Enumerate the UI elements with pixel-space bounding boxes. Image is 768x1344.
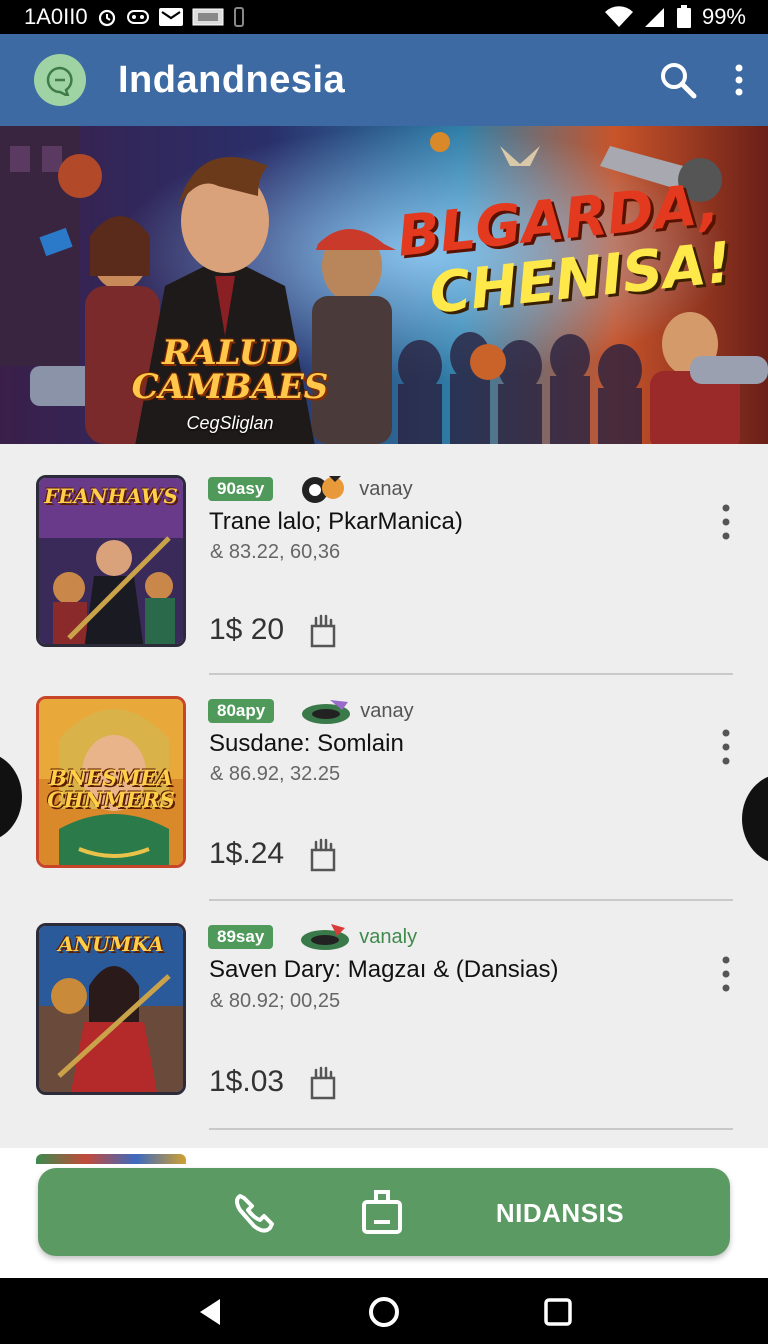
home-icon[interactable] [366, 1294, 402, 1330]
next-item-peek [36, 1154, 186, 1164]
sim-card-icon [192, 8, 224, 26]
item-stats: & 80.92; 00,25 [210, 990, 341, 1012]
item-stats: & 86.92, 32.25 [210, 763, 341, 785]
brand-name: vanay [359, 477, 413, 500]
item-thumbnail-title: FEANHAWS [44, 484, 178, 508]
item-more-icon[interactable] [712, 727, 740, 767]
brand-logo-icon [301, 924, 350, 950]
item-title[interactable]: Susdane: Somlain [209, 730, 404, 758]
game-list: FEANHAWS 90asy vanay Trane lalo; PkarMan… [0, 444, 768, 1148]
phone-icon[interactable] [232, 1192, 280, 1236]
battery-percent: 99% [701, 4, 746, 29]
divider [209, 1128, 733, 1130]
item-title[interactable]: Saven Dary: Magzaı & (Dansias) [209, 956, 558, 984]
brand-name: vanaly [359, 925, 418, 948]
item-badge: 80apy [208, 699, 275, 723]
item-badge-row: 90asy vanay [208, 474, 413, 504]
item-badge: 90asy [208, 477, 274, 501]
item-price: 1$ 20 [209, 613, 285, 646]
item-title[interactable]: Trane lalo; PkarManica) [209, 508, 463, 536]
item-stats: & 83.22, 60,36 [210, 541, 341, 563]
more-vert-icon[interactable] [734, 63, 744, 97]
bottom-action-area: NIDANSIS [0, 1148, 768, 1278]
bag-icon[interactable] [308, 1066, 338, 1100]
list-item[interactable]: ANUMKA 89say vanaly Saven Dary: Magzaı &… [0, 900, 768, 1130]
system-nav-bar [0, 1278, 768, 1344]
status-bar: 1A0II0 99% [0, 0, 768, 34]
vibrate-icon [232, 6, 246, 28]
clipboard-icon[interactable] [358, 1188, 406, 1236]
item-thumbnail-title: BNESMEA CHNMERS [47, 765, 175, 812]
gamepad-icon [126, 6, 150, 28]
action-label-button[interactable]: NIDANSIS [478, 1198, 642, 1229]
promo-banner[interactable]: RALUD CAMBAES CegSliglan BLGARDA, CHENIS… [0, 126, 768, 444]
brand-logo-icon [302, 476, 345, 503]
item-price: 1$.24 [209, 837, 285, 870]
bag-icon[interactable] [308, 614, 338, 648]
banner-logo-subtitle: CegSliglan [186, 413, 274, 433]
brand-logo-icon [302, 700, 351, 724]
recents-icon[interactable] [540, 1294, 576, 1330]
item-badge-row: 89say vanaly [208, 922, 417, 952]
bag-icon[interactable] [308, 838, 338, 872]
banner-logo-title: RALUD CAMBAES [131, 333, 329, 407]
alarm-icon [96, 6, 118, 28]
action-bar: NIDANSIS [38, 1168, 730, 1256]
item-thumbnail[interactable]: BNESMEA CHNMERS [36, 696, 186, 868]
item-price: 1$.03 [209, 1065, 285, 1098]
app-bar: Indandnesia [0, 34, 768, 126]
app-title: Indandnesia [118, 58, 346, 101]
item-more-icon[interactable] [712, 502, 740, 542]
status-left: 1A0II0 [24, 4, 246, 30]
app-actions [658, 60, 744, 100]
status-right: 99% [604, 4, 746, 30]
brand-name: vanay [360, 699, 414, 722]
item-thumbnail-title: ANUMKA [58, 932, 164, 956]
back-icon[interactable] [192, 1294, 228, 1330]
item-thumbnail[interactable]: FEANHAWS [36, 475, 186, 647]
wifi-icon [604, 6, 634, 28]
search-icon[interactable] [658, 60, 698, 100]
item-thumbnail[interactable]: ANUMKA [36, 923, 186, 1095]
battery-icon [676, 5, 692, 29]
signal-icon [644, 6, 666, 28]
item-badge-row: 80apy vanay [208, 696, 414, 726]
chat-logo-icon[interactable] [34, 54, 86, 106]
mail-icon [158, 7, 184, 27]
list-item[interactable]: BNESMEA CHNMERS 80apy vanay Susdane: Som… [0, 672, 768, 901]
status-time: 1A0II0 [24, 4, 88, 29]
item-more-icon[interactable] [712, 954, 740, 994]
list-item[interactable]: FEANHAWS 90asy vanay Trane lalo; PkarMan… [0, 444, 768, 675]
item-badge: 89say [208, 925, 274, 949]
